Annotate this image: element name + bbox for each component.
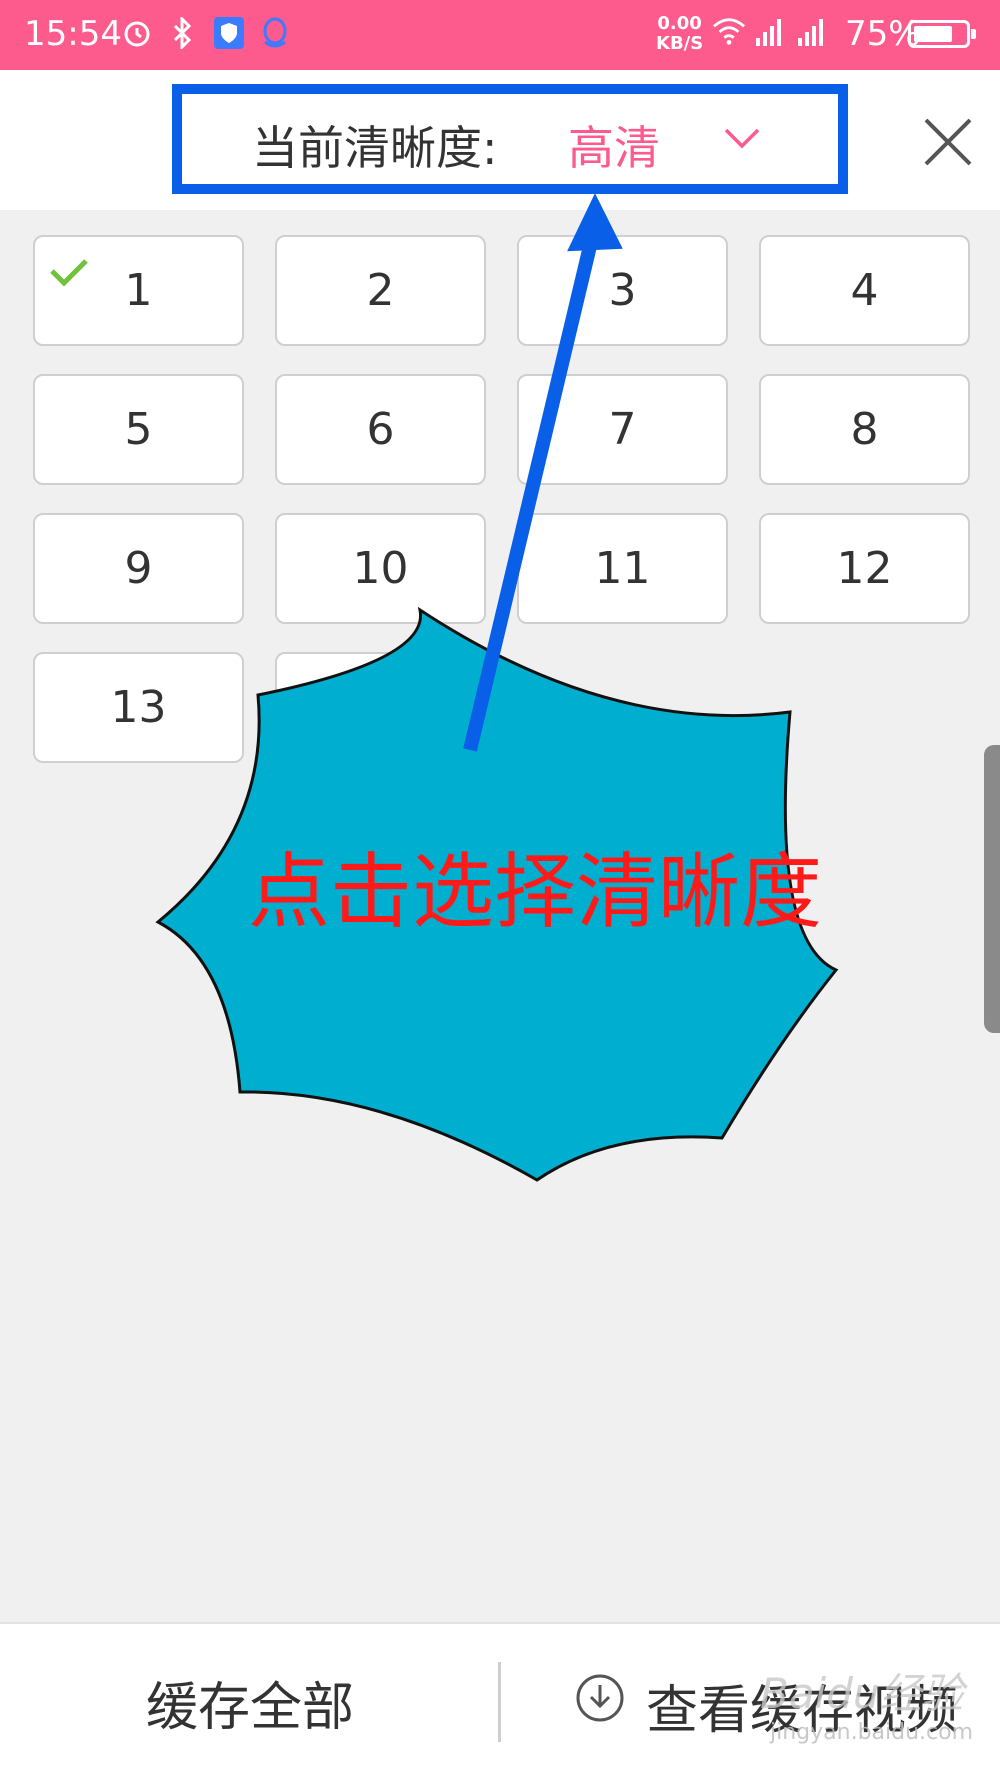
episode-button[interactable]: 12 bbox=[759, 513, 970, 624]
episode-button[interactable]: 7 bbox=[517, 374, 728, 485]
episode-button[interactable]: 2 bbox=[275, 235, 486, 346]
close-icon[interactable] bbox=[920, 114, 976, 170]
episode-label: 7 bbox=[608, 404, 637, 455]
episode-label: 11 bbox=[594, 543, 651, 594]
episode-label: 12 bbox=[836, 543, 893, 594]
episode-button[interactable]: 13 bbox=[33, 652, 244, 763]
annotation-text: 点击选择清晰度 bbox=[248, 845, 823, 940]
shield-icon bbox=[212, 16, 246, 50]
episode-label: 2 bbox=[366, 265, 395, 316]
download-icon bbox=[576, 1674, 624, 1722]
scroll-handle[interactable] bbox=[984, 745, 1000, 1033]
signal-4g-icon bbox=[796, 14, 830, 48]
chevron-down-icon[interactable] bbox=[722, 118, 762, 158]
watermark-logo: Baidu经验 bbox=[760, 1669, 964, 1718]
watermark-url: jingyan.baidu.com bbox=[770, 1720, 974, 1745]
wifi-icon bbox=[712, 14, 746, 48]
episode-button[interactable]: 14 bbox=[275, 652, 486, 763]
status-icons-right bbox=[712, 14, 830, 48]
episode-label: 10 bbox=[352, 543, 409, 594]
episode-label: 14 bbox=[352, 682, 409, 733]
quality-value[interactable]: 高清 bbox=[568, 112, 660, 178]
episode-button[interactable]: 4 bbox=[759, 235, 970, 346]
episode-label: 1 bbox=[124, 265, 153, 316]
episode-button[interactable]: 10 bbox=[275, 513, 486, 624]
episode-grid: 1 2 3 4 5 6 7 8 9 10 11 12 13 14 bbox=[33, 235, 970, 763]
status-icons-left bbox=[120, 16, 292, 50]
battery-level bbox=[914, 26, 952, 42]
episode-label: 3 bbox=[608, 265, 637, 316]
check-icon bbox=[50, 259, 88, 287]
episode-label: 8 bbox=[850, 404, 879, 455]
quality-header: 当前清晰度: 高清 bbox=[0, 70, 1000, 210]
episode-label: 9 bbox=[124, 543, 153, 594]
episode-label: 5 bbox=[124, 404, 153, 455]
alarm-icon bbox=[120, 16, 154, 50]
episode-label: 13 bbox=[110, 682, 167, 733]
divider bbox=[498, 1662, 501, 1742]
episode-button[interactable]: 5 bbox=[33, 374, 244, 485]
bluetooth-icon bbox=[166, 16, 200, 50]
episode-label: 6 bbox=[366, 404, 395, 455]
episode-label: 4 bbox=[850, 265, 879, 316]
quality-selector[interactable]: 当前清晰度: 高清 bbox=[172, 84, 848, 194]
signal-icon bbox=[754, 14, 788, 48]
status-bar: 15:54 0.00 KB/S 75% bbox=[0, 0, 1000, 70]
quality-label: 当前清晰度: bbox=[252, 121, 498, 175]
net-speed: 0.00 KB/S bbox=[656, 13, 704, 54]
qq-penguin-icon bbox=[258, 16, 292, 50]
episode-button[interactable]: 3 bbox=[517, 235, 728, 346]
episode-button[interactable]: 6 bbox=[275, 374, 486, 485]
episode-button[interactable]: 9 bbox=[33, 513, 244, 624]
status-time: 15:54 bbox=[24, 14, 122, 54]
episode-button[interactable]: 8 bbox=[759, 374, 970, 485]
episode-button[interactable]: 1 bbox=[33, 235, 244, 346]
episode-button[interactable]: 11 bbox=[517, 513, 728, 624]
battery-icon bbox=[908, 20, 976, 48]
cache-all-button[interactable]: 缓存全部 bbox=[0, 1624, 500, 1778]
